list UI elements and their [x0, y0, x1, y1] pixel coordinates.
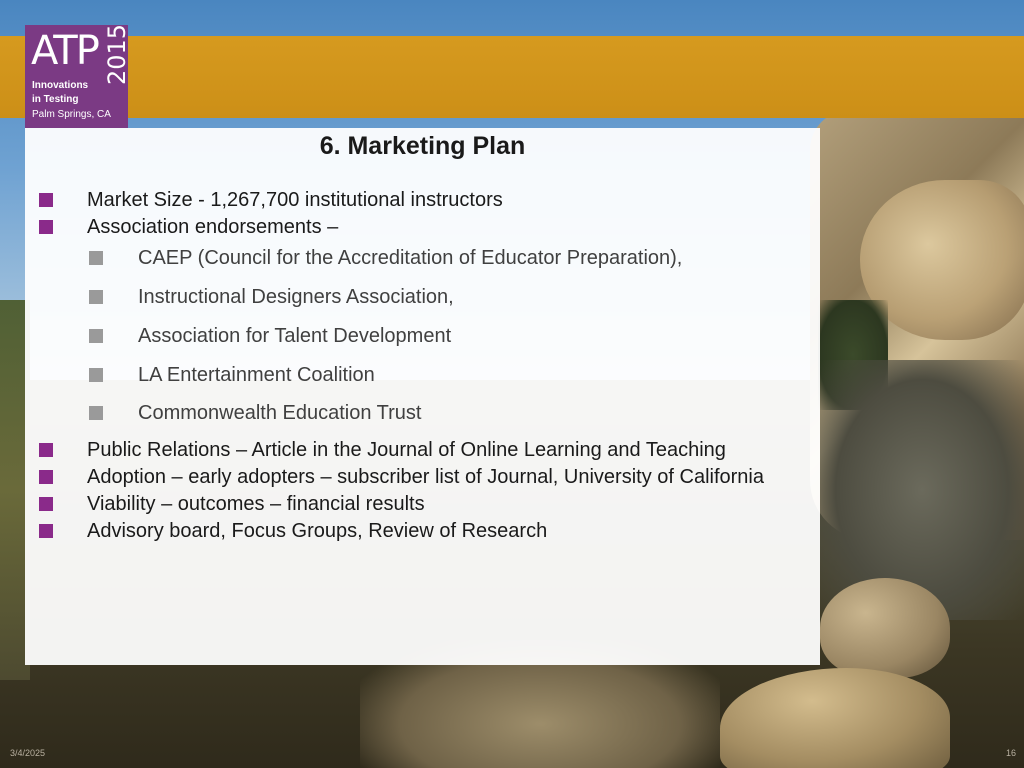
bullet-text: Advisory board, Focus Groups, Review of … — [87, 520, 548, 542]
sub-bullet-marker — [89, 406, 103, 420]
bullet-marker — [39, 193, 53, 207]
sub-bullet-text: Instructional Designers Association, — [138, 286, 454, 308]
header-bar — [0, 36, 1024, 118]
boulder — [820, 578, 950, 678]
sub-bullet-marker — [89, 251, 103, 265]
atp-logo: ATP 2015 Innovations in Testing Palm Spr… — [25, 25, 128, 128]
logo-tagline-1: Innovations — [32, 80, 89, 91]
brush — [820, 360, 1024, 620]
sub-bullet-text: Association for Talent Development — [138, 325, 452, 347]
logo-location: Palm Springs, CA — [32, 109, 111, 120]
sub-bullet-text: LA Entertainment Coalition — [138, 364, 375, 386]
logo-year: 2015 — [103, 25, 128, 85]
sub-bullet-text: Commonwealth Education Trust — [138, 402, 422, 424]
sub-bullet-text: CAEP (Council for the Accreditation of E… — [138, 247, 683, 269]
sub-bullet-marker — [89, 368, 103, 382]
slide-title: 6. Marketing Plan — [319, 132, 526, 160]
bullet-text: Adoption – early adopters – subscriber l… — [87, 466, 764, 488]
bullet-text: Association endorsements – — [87, 216, 339, 238]
sub-bullet-marker — [89, 329, 103, 343]
sub-bullet-marker — [89, 290, 103, 304]
bullet-text: Market Size - 1,267,700 institutional in… — [87, 189, 503, 211]
bullet-marker — [39, 524, 53, 538]
footer-page-number: 16 — [1005, 748, 1016, 758]
bullet-marker — [39, 470, 53, 484]
bullet-text: Public Relations – Article in the Journa… — [87, 439, 726, 461]
bullet-marker — [39, 497, 53, 511]
bullet-marker — [39, 443, 53, 457]
bullet-text: Viability – outcomes – financial results — [87, 493, 425, 515]
footer-date: 3/4/2025 — [10, 748, 46, 758]
logo-tagline-2: in Testing — [32, 94, 79, 105]
logo-brand: ATP — [31, 28, 100, 74]
bullet-marker — [39, 220, 53, 234]
